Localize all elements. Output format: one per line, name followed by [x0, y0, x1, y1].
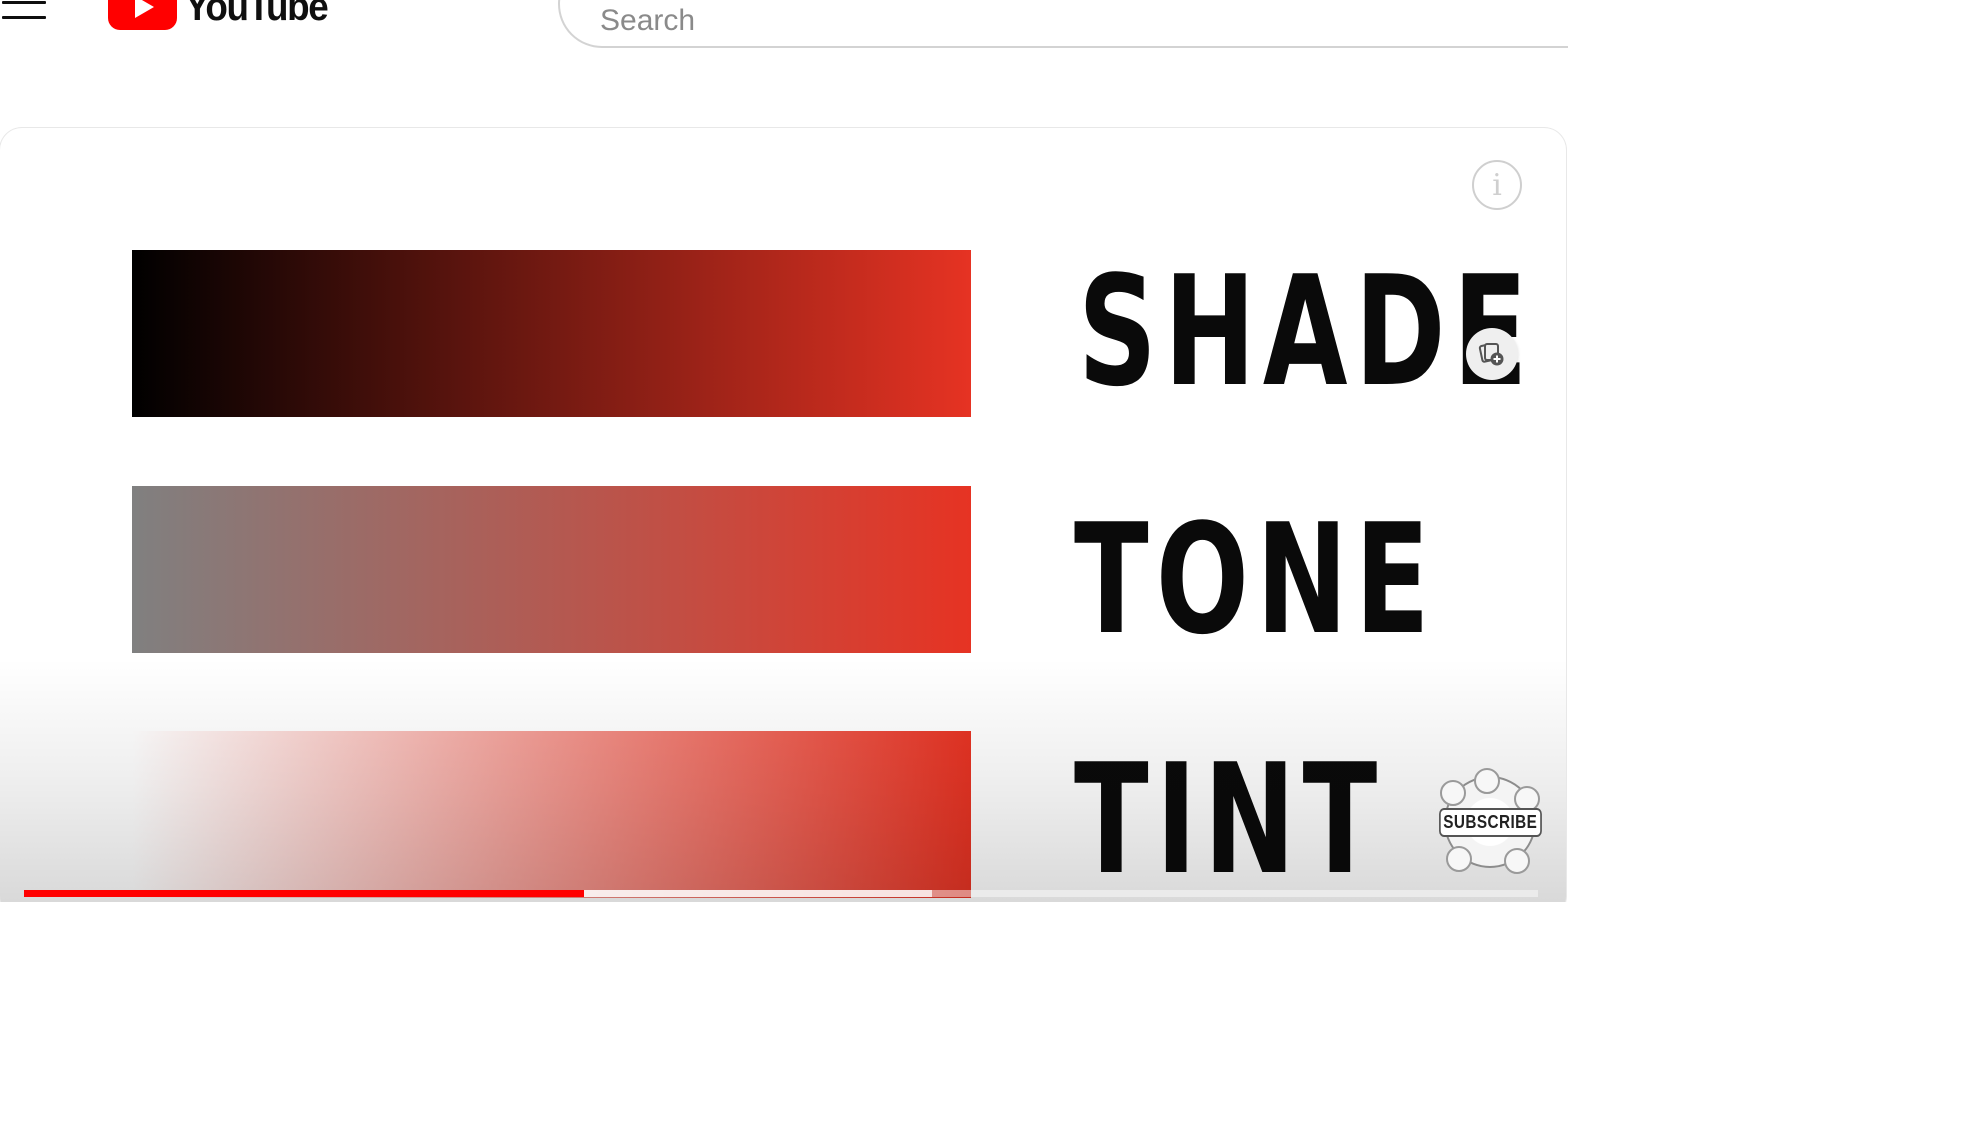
- flower-decoration-icon: [1446, 846, 1472, 872]
- save-to-playlist-button[interactable]: [1466, 328, 1518, 380]
- flower-decoration-icon: [1440, 780, 1466, 806]
- subscribe-badge-label: SUBSCRIBE: [1438, 807, 1542, 837]
- subscribe-watermark-button[interactable]: SUBSCRIBE: [1438, 768, 1542, 874]
- tone-gradient-bar: [132, 486, 971, 653]
- shade-label: SHADE: [1078, 243, 1535, 420]
- save-to-playlist-icon: [1478, 343, 1504, 366]
- shade-gradient-bar: [132, 250, 971, 417]
- flower-decoration-icon: [1504, 848, 1530, 874]
- progress-played: [24, 890, 585, 897]
- tone-label: TONE: [1074, 491, 1437, 668]
- video-player[interactable]: SHADE TONE TINT i SUBSCRIBE: [0, 128, 1566, 902]
- youtube-play-logo-icon: [108, 0, 177, 30]
- tint-gradient-bar: [132, 731, 971, 898]
- tint-label: TINT: [1074, 731, 1385, 902]
- info-icon[interactable]: i: [1472, 160, 1522, 210]
- flower-decoration-icon: [1474, 768, 1500, 794]
- logo-text: YouTube: [185, 0, 329, 29]
- youtube-watch-page: YouTube SHADE TONE TINT i: [0, 0, 1568, 902]
- youtube-logo[interactable]: YouTube: [108, 0, 340, 30]
- search-box[interactable]: [558, 0, 1568, 48]
- hamburger-menu-icon[interactable]: [2, 0, 46, 22]
- search-input[interactable]: [598, 0, 1502, 42]
- video-progress-bar[interactable]: [24, 890, 1538, 897]
